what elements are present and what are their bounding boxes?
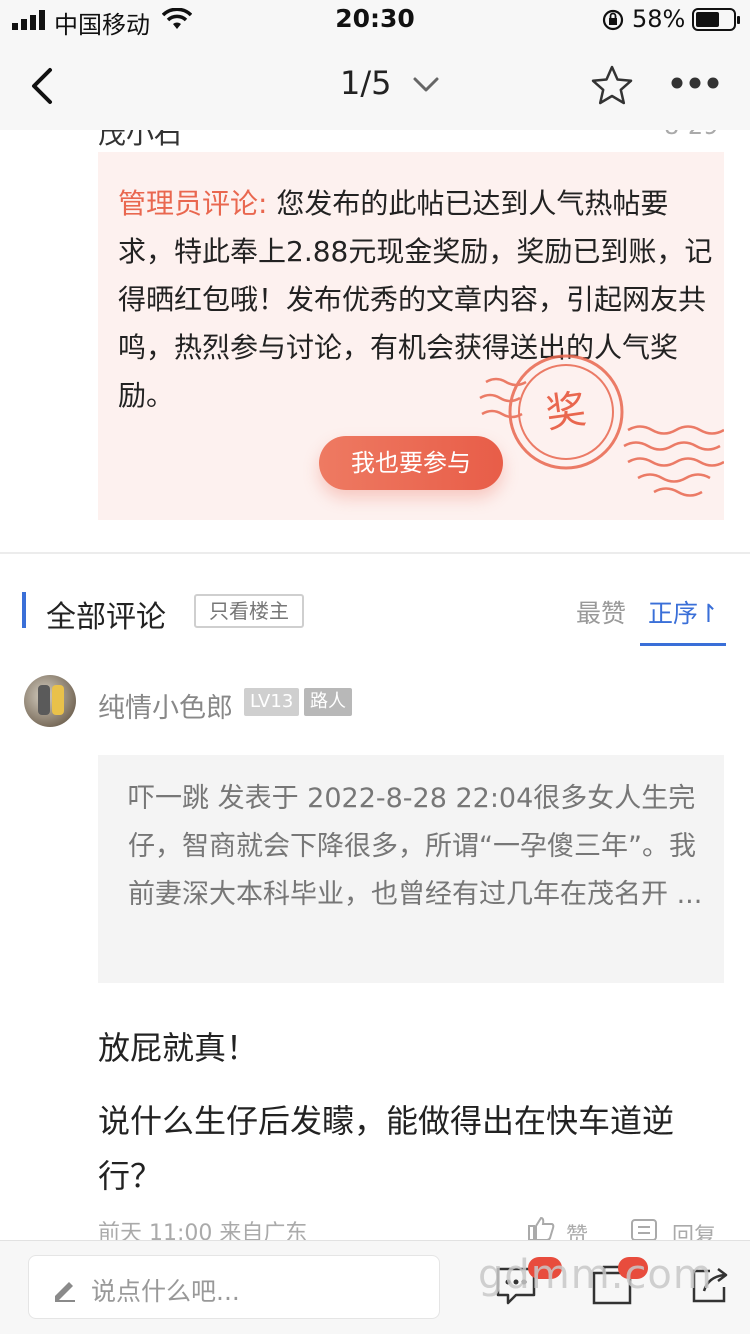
pencil-icon xyxy=(55,1282,75,1302)
active-tab-indicator xyxy=(640,643,726,646)
reward-stamp-icon xyxy=(479,354,724,497)
admin-reward-card: 管理员评论: 您发布的此帖已达到人气热帖要求，特此奉上2.88元现金奖励，奖励已… xyxy=(98,152,724,520)
comment-body-line1: 放屁就真！ xyxy=(98,1029,259,1067)
content-area: 茂小石 8-29 管理员评论: 您发布的此帖已达到人气热帖要求，特此奉上2.88… xyxy=(0,130,750,1240)
comment-meta: 前天 11:00 来自广东 xyxy=(98,1221,308,1240)
reply-button[interactable]: 回复 xyxy=(672,1218,716,1240)
comment-body-line2: 说什么生仔后发矇，能做得出在快车道逆行？ xyxy=(98,1102,675,1195)
status-bar: 中国移动 20:30 58% xyxy=(0,0,750,40)
level-badge: LV13 xyxy=(244,688,300,716)
comment-input[interactable]: 说点什么吧... xyxy=(28,1255,440,1319)
orientation-lock-icon xyxy=(602,9,624,31)
more-icon[interactable] xyxy=(670,76,720,90)
owner-only-button[interactable]: 只看楼主 xyxy=(194,594,304,628)
battery-icon xyxy=(692,8,740,31)
comment-username[interactable]: 纯情小色郎 xyxy=(98,686,233,725)
like-button[interactable]: 赞 xyxy=(566,1218,588,1240)
section-accent xyxy=(22,592,26,628)
post-date: 8-29 xyxy=(664,130,718,140)
nav-bar: 1/5 xyxy=(0,40,750,130)
comments-title: 全部评论 xyxy=(46,600,166,635)
comments-header: 全部评论 只看楼主 最赞 正序↾ xyxy=(0,570,750,650)
post-author-name[interactable]: 茂小石 xyxy=(98,130,182,152)
role-badge: 路人 xyxy=(304,688,352,716)
quoted-comment[interactable]: 吓一跳 发表于 2022-8-28 22:04很多女人生完仔，智商就会下降很多，… xyxy=(98,755,724,983)
admin-label: 管理员评论: xyxy=(118,187,268,220)
sort-best-tab[interactable]: 最赞 xyxy=(576,594,626,630)
stamp-char: 奖 xyxy=(542,386,590,438)
sort-ascending-tab[interactable]: 正序↾ xyxy=(648,594,719,630)
quoted-comment-text: 吓一跳 发表于 2022-8-28 22:04很多女人生完仔，智商就会下降很多，… xyxy=(128,783,703,910)
comment-input-placeholder: 说点什么吧... xyxy=(91,1277,240,1306)
battery-percent: 58% xyxy=(632,5,686,33)
author-avatar-partial xyxy=(28,130,68,140)
page-indicator[interactable]: 1/5 xyxy=(340,64,392,102)
avatar[interactable] xyxy=(24,675,76,727)
star-icon[interactable] xyxy=(590,64,634,106)
thumbs-up-icon[interactable] xyxy=(526,1216,556,1240)
section-divider xyxy=(0,552,750,554)
reply-icon[interactable] xyxy=(630,1218,660,1240)
watermark: gdmm.com xyxy=(478,1252,713,1298)
back-icon[interactable] xyxy=(28,66,58,106)
chevron-down-icon[interactable] xyxy=(412,76,440,94)
join-button[interactable]: 我也要参与 xyxy=(319,436,503,490)
